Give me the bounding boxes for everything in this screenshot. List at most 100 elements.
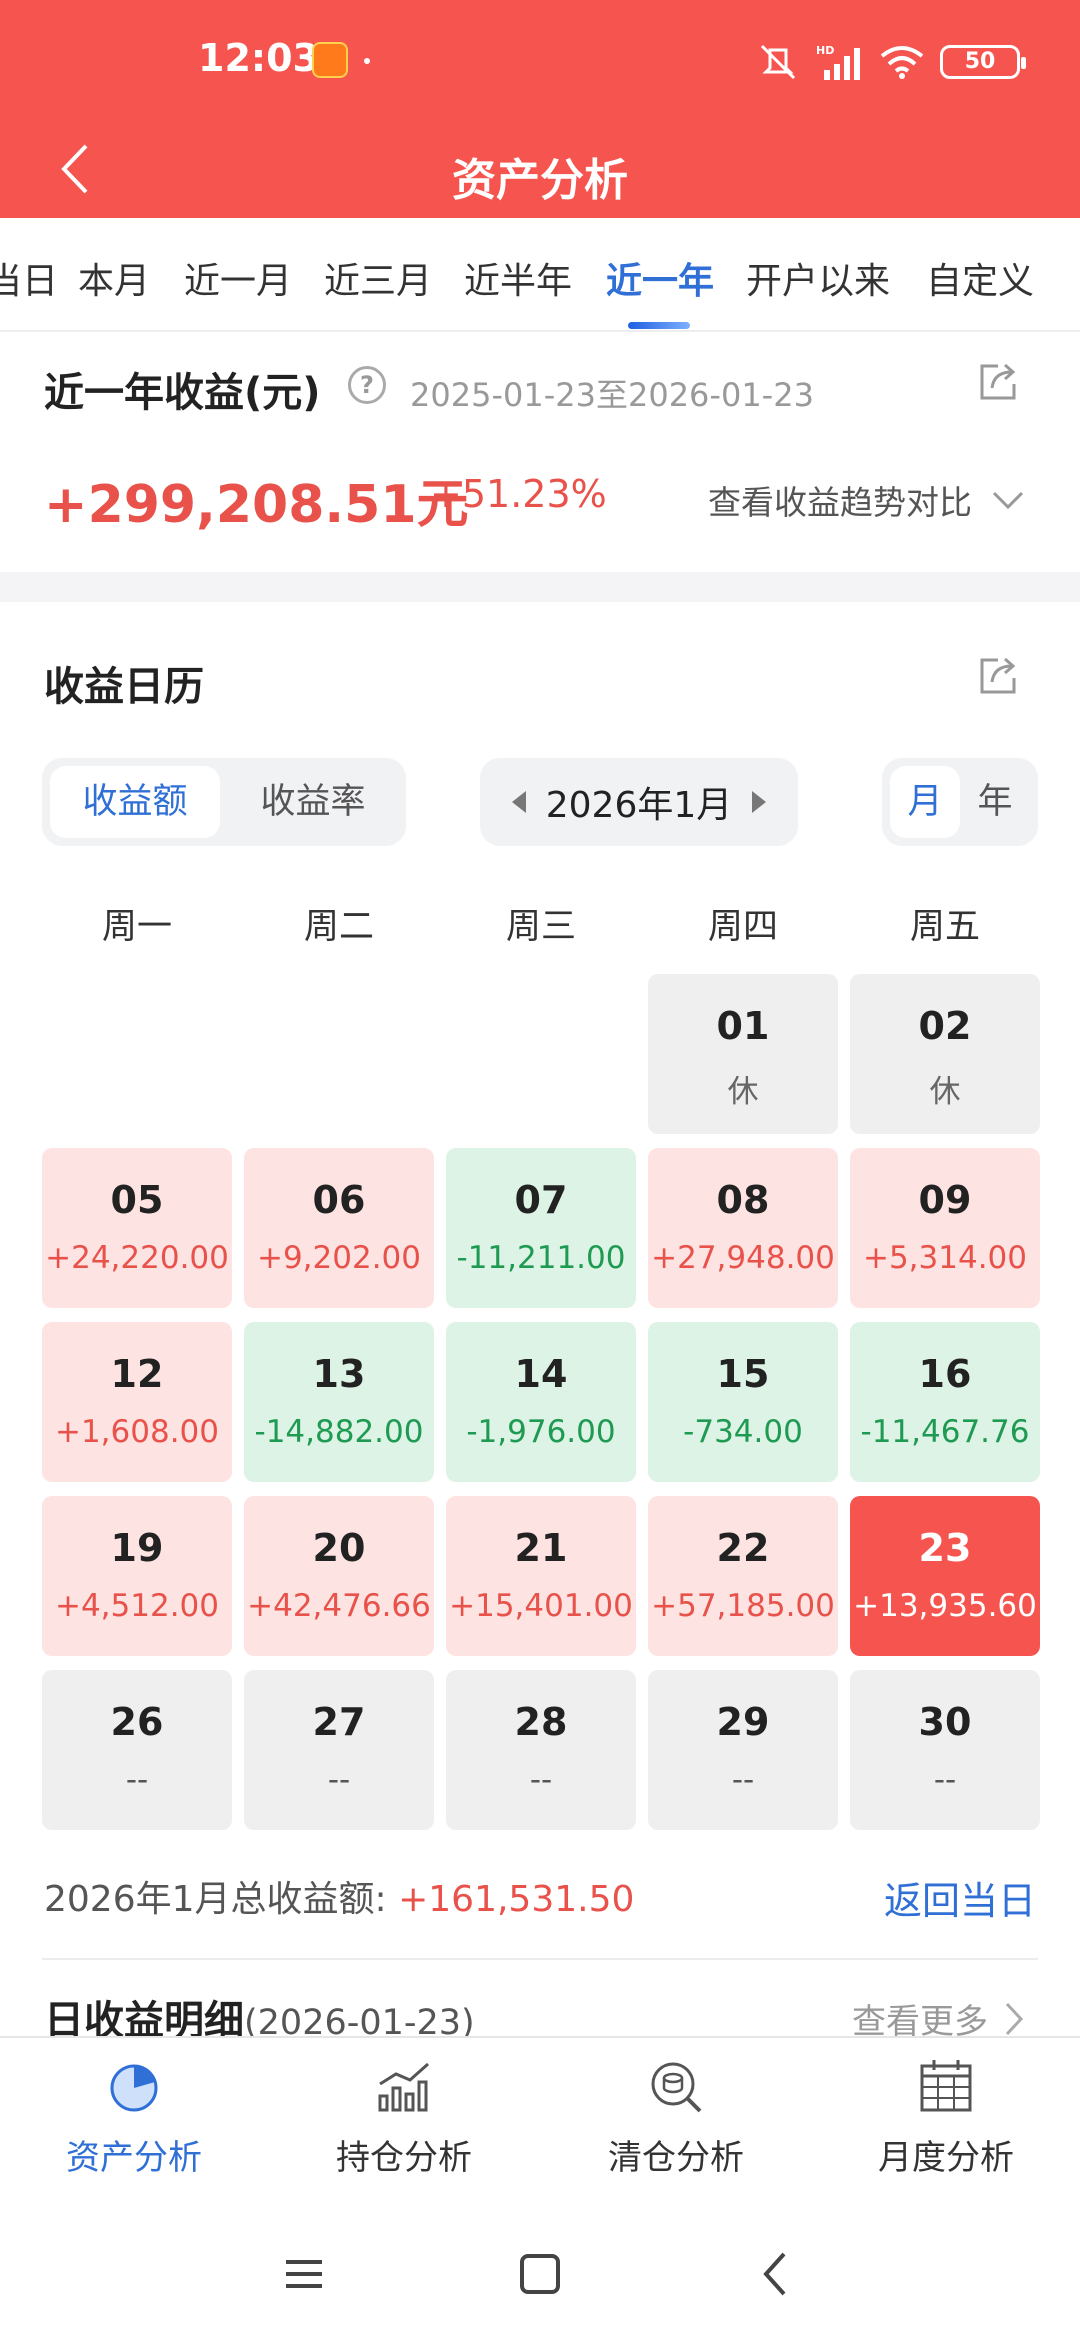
- bottom-tab-holding-analysis[interactable]: 持仓分析: [304, 2056, 504, 2179]
- bottom-tab-asset-analysis[interactable]: 资产分析: [34, 2056, 234, 2179]
- day-number: 29: [716, 1700, 770, 1744]
- calendar-day-cell[interactable]: 23 +13,935.60: [850, 1496, 1040, 1656]
- bottom-tab-monthly-analysis[interactable]: 月度分析: [846, 2056, 1046, 2179]
- calendar-day-cell[interactable]: 22 +57,185.00: [648, 1496, 838, 1656]
- weekday-label: 周一: [101, 907, 172, 947]
- calendar-day-cell[interactable]: 20 +42,476.66: [244, 1496, 434, 1656]
- help-icon[interactable]: ?: [348, 366, 386, 404]
- weekday-label: 周三: [505, 907, 576, 947]
- metric-amount-tab[interactable]: 收益额: [50, 766, 220, 838]
- wifi-icon: [880, 46, 924, 79]
- calendar-title: 收益日历: [44, 664, 204, 710]
- pie-chart-icon: [110, 2064, 158, 2112]
- calendar-day-cell[interactable]: 06 +9,202.00: [244, 1148, 434, 1308]
- day-number: 07: [514, 1178, 568, 1222]
- summary-date-range: 2025-01-23至2026-01-23: [410, 376, 814, 414]
- calendar-day-cell[interactable]: 15 -734.00: [648, 1322, 838, 1482]
- day-profit-value: --: [933, 1762, 957, 1798]
- calendar-day-cell[interactable]: 19 +4,512.00: [42, 1496, 232, 1656]
- next-month-icon[interactable]: [752, 791, 766, 813]
- calendar-day-cell[interactable]: 13 -14,882.00: [244, 1322, 434, 1482]
- calendar-day-cell[interactable]: 26 --: [42, 1670, 232, 1830]
- calendar-day-cell[interactable]: 02 休: [850, 974, 1040, 1134]
- month-label[interactable]: 2026年1月: [540, 776, 738, 828]
- calendar-grid-icon: [920, 2060, 972, 2112]
- day-profit-value: +5,314.00: [862, 1240, 1028, 1276]
- divider: [42, 1958, 1038, 1960]
- day-profit-value: --: [731, 1762, 755, 1798]
- calendar-day-cell[interactable]: 05 +24,220.00: [42, 1148, 232, 1308]
- calendar-day-cell[interactable]: 16 -11,467.76: [850, 1322, 1040, 1482]
- view-month-tab[interactable]: 月: [890, 766, 960, 838]
- page-title: 资产分析: [452, 155, 628, 206]
- tab-since-opening[interactable]: 开户以来: [746, 252, 890, 304]
- trend-compare-link[interactable]: 查看收益趋势对比: [708, 476, 1024, 524]
- day-number: 19: [110, 1526, 164, 1570]
- day-number: 21: [514, 1526, 568, 1570]
- calendar-day-cell[interactable]: 12 +1,608.00: [42, 1322, 232, 1482]
- bar-trend-icon: [378, 2062, 429, 2112]
- day-profit-value: +15,401.00: [449, 1588, 633, 1624]
- total-profit-rate: +51.23%: [430, 472, 607, 516]
- day-number: 27: [312, 1700, 366, 1744]
- day-profit-value: -1,976.00: [466, 1414, 616, 1450]
- calendar-day-cell[interactable]: 21 +15,401.00: [446, 1496, 636, 1656]
- calendar-day-cell[interactable]: 01 休: [648, 974, 838, 1134]
- calendar-day-cell[interactable]: 29 --: [648, 1670, 838, 1830]
- day-number: 22: [716, 1526, 770, 1570]
- day-profit-value: -14,882.00: [254, 1414, 424, 1450]
- tab-today[interactable]: 当日: [0, 252, 58, 304]
- metric-toggle: 收益额 收益率: [42, 758, 406, 846]
- tab-last-3-months[interactable]: 近三月: [324, 252, 432, 304]
- menu-icon[interactable]: [274, 2244, 334, 2304]
- day-profit-value: --: [327, 1762, 351, 1798]
- profit-calendar-card: 收益日历 收益额 收益率 2026年1月 月 年 周一 周二 周三 周四 周五 …: [0, 602, 1080, 2044]
- home-icon[interactable]: [510, 2244, 570, 2304]
- calendar-day-cell[interactable]: 28 --: [446, 1670, 636, 1830]
- status-bar: 12:03 HD 50: [0, 0, 1080, 120]
- bottom-tab-clearance-analysis[interactable]: 清仓分析: [576, 2056, 776, 2179]
- weekday-header: 周一 周二 周三 周四 周五: [42, 898, 1040, 948]
- day-number: 30: [918, 1700, 972, 1744]
- day-number: 13: [312, 1352, 366, 1396]
- day-profit-value: +13,935.60: [853, 1588, 1037, 1624]
- day-profit-value: +24,220.00: [45, 1240, 229, 1276]
- share-icon[interactable]: [976, 360, 1020, 404]
- calendar-share-icon[interactable]: [976, 654, 1020, 698]
- tab-last-half-year[interactable]: 近半年: [464, 252, 572, 304]
- calendar-day-cell[interactable]: 07 -11,211.00: [446, 1148, 636, 1308]
- day-number: 20: [312, 1526, 366, 1570]
- weekday-label: 周四: [707, 907, 778, 947]
- day-profit-value: +42,476.66: [247, 1588, 431, 1624]
- day-profit-value: -734.00: [683, 1414, 803, 1450]
- weekday-label: 周五: [909, 907, 980, 947]
- month-total-value: +161,531.50: [398, 1879, 635, 1920]
- chevron-down-icon: [992, 491, 1024, 510]
- bottom-tab-label: 清仓分析: [608, 2138, 744, 2178]
- tab-this-month[interactable]: 本月: [78, 252, 150, 304]
- day-profit-value: +27,948.00: [651, 1240, 835, 1276]
- day-profit-value: +4,512.00: [54, 1588, 220, 1624]
- calendar-day-cell[interactable]: 27 --: [244, 1670, 434, 1830]
- chevron-right-icon: [1005, 2002, 1024, 2035]
- taobao-notification-icon: [312, 42, 348, 78]
- view-year-tab[interactable]: 年: [960, 766, 1030, 838]
- weekday-label: 周二: [303, 907, 374, 947]
- tab-custom[interactable]: 自定义: [926, 252, 1034, 304]
- calendar-day-cell[interactable]: 14 -1,976.00: [446, 1322, 636, 1482]
- calendar-day-cell[interactable]: 09 +5,314.00: [850, 1148, 1040, 1308]
- prev-month-icon[interactable]: [512, 791, 526, 813]
- notification-dot-icon: [364, 58, 370, 64]
- calendar-day-cell[interactable]: 30 --: [850, 1670, 1040, 1830]
- bottom-tab-label: 月度分析: [878, 2138, 1014, 2178]
- day-number: 01: [716, 1004, 770, 1048]
- back-icon[interactable]: [746, 2244, 806, 2304]
- month-picker: 2026年1月: [480, 758, 798, 846]
- calendar-day-cell[interactable]: 08 +27,948.00: [648, 1148, 838, 1308]
- day-number: 15: [716, 1352, 770, 1396]
- day-profit-value: 休: [929, 1074, 961, 1110]
- back-to-today-button[interactable]: 返回当日: [884, 1870, 1036, 1925]
- tab-last-year[interactable]: 近一年: [606, 252, 714, 304]
- metric-rate-tab[interactable]: 收益率: [228, 766, 398, 838]
- tab-last-month[interactable]: 近一月: [184, 252, 292, 304]
